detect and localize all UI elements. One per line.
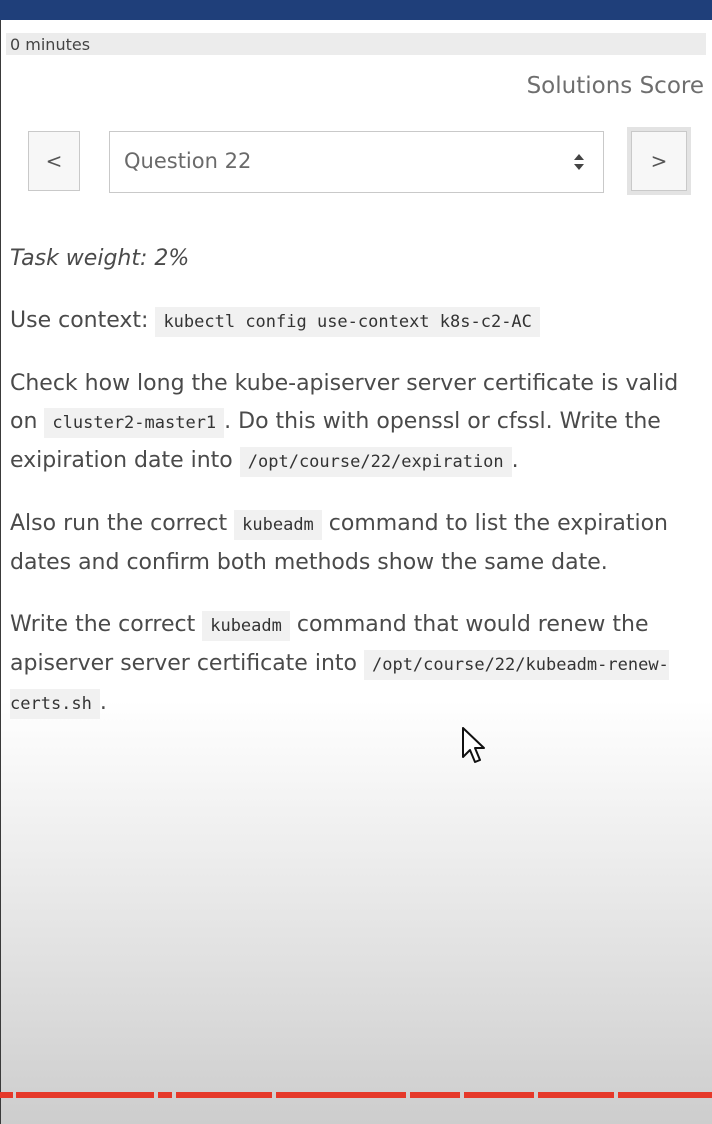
master-node-code: cluster2-master1	[44, 408, 225, 438]
task-content: Task weight: 2% Use context: kubectl con…	[10, 240, 706, 747]
task-paragraph-context: Use context: kubectl config use-context …	[10, 302, 706, 341]
top-header-bar	[0, 0, 712, 20]
timer-bar: 0 minutes	[6, 33, 706, 55]
check-text-3: .	[511, 448, 519, 473]
top-links: Solutions Score	[527, 73, 704, 99]
solutions-link[interactable]: Solutions	[527, 73, 633, 99]
question-select[interactable]: Question 22	[109, 131, 604, 193]
timer-text: 0 minutes	[10, 35, 91, 54]
next-question-button[interactable]: >	[631, 131, 687, 191]
list-text-1: Also run the correct	[10, 511, 228, 536]
context-label: Use context:	[10, 308, 149, 333]
task-paragraph-renew: Write the correct kubeadm command that w…	[10, 606, 706, 723]
task-paragraph-kubeadm-list: Also run the correct kubeadm command to …	[10, 505, 706, 582]
kubeadm-code-renew: kubeadm	[202, 611, 290, 641]
context-command: kubectl config use-context k8s-c2-AC	[155, 307, 540, 337]
progress-strip	[0, 1092, 712, 1098]
left-edge	[0, 0, 1, 1124]
score-link[interactable]: Score	[640, 73, 704, 99]
sort-updown-icon	[574, 154, 584, 170]
task-weight: Task weight: 2%	[10, 246, 190, 271]
question-select-value: Question 22	[124, 149, 252, 173]
task-paragraph-check: Check how long the kube-apiserver server…	[10, 365, 706, 481]
mouse-cursor-icon	[462, 727, 485, 763]
prev-question-button[interactable]: <	[28, 131, 80, 191]
kubeadm-code: kubeadm	[234, 510, 322, 540]
renew-text-3: .	[99, 690, 107, 715]
renew-text-1: Write the correct	[10, 612, 196, 637]
expiration-path-code: /opt/course/22/expiration	[239, 447, 512, 477]
